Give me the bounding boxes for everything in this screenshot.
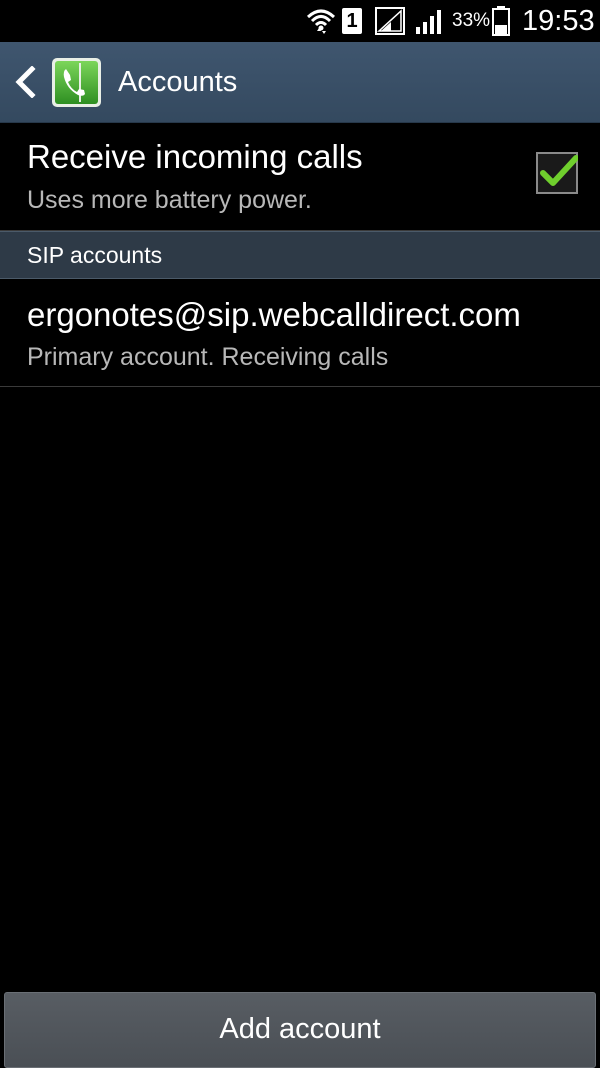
back-icon	[15, 66, 36, 98]
back-button[interactable]	[0, 42, 108, 122]
battery-icon	[492, 0, 512, 42]
battery-percent: 33%	[452, 10, 491, 31]
wifi-icon	[306, 0, 338, 42]
receive-calls-title: Receive incoming calls	[27, 138, 363, 175]
receive-incoming-calls-row[interactable]: Receive incoming calls Uses more battery…	[0, 122, 600, 231]
sip-accounts-header: SIP accounts	[0, 231, 600, 279]
status-bar: 1 33% 19:53	[0, 0, 600, 42]
receive-calls-summary: Uses more battery power.	[27, 186, 312, 214]
signal-icon	[375, 0, 407, 42]
sip-account-status: Primary account. Receiving calls	[27, 343, 389, 371]
sip-account-item[interactable]: ergonotes@sip.webcalldirect.com Primary …	[0, 278, 600, 387]
phone-app-icon	[52, 58, 101, 107]
sim-icon: 1	[342, 0, 364, 42]
footer: Add account	[0, 984, 600, 1068]
add-account-button[interactable]: Add account	[4, 992, 596, 1068]
section-header-label: SIP accounts	[27, 242, 163, 268]
action-bar: Accounts	[0, 42, 600, 123]
sim-slot-label: 1	[342, 8, 362, 34]
signal-icon	[414, 0, 446, 42]
clock: 19:53	[522, 4, 595, 37]
receive-calls-checkbox[interactable]	[536, 152, 579, 194]
page-title: Accounts	[118, 66, 238, 98]
sip-account-address: ergonotes@sip.webcalldirect.com	[27, 296, 521, 333]
